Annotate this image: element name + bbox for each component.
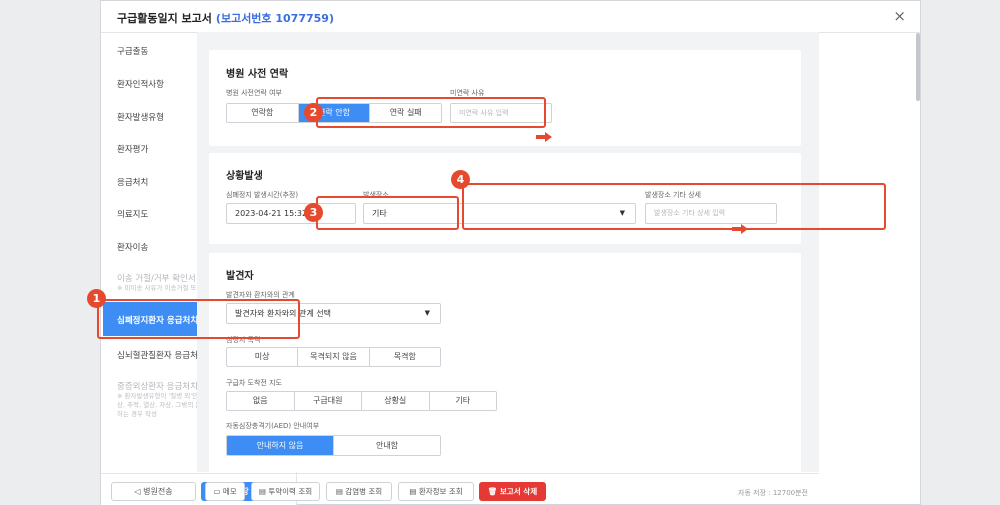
- guide-ems[interactable]: 구급대원: [293, 392, 362, 410]
- finder-title: 발견자: [226, 271, 254, 282]
- report-number: (보고서번호 1077759): [215, 12, 334, 25]
- finder-card: 발견자 발견자와 환자와의 관계 발견자와 환자와의 관계 선택 ▼ 심정지 목…: [209, 253, 801, 472]
- incident-title: 상황발생: [226, 171, 263, 182]
- autosave-status: 자동 저장 : 12700분전: [738, 489, 808, 497]
- sidebar-item-first-aid[interactable]: 응급처치: [117, 176, 148, 188]
- guide-other[interactable]: 기타: [428, 392, 497, 410]
- guide-none[interactable]: 없음: [227, 392, 294, 410]
- annotation-badge-1: 1: [87, 289, 106, 308]
- modal-header: 구급활동일지 보고서 (보고서번호 1077759) ×: [101, 1, 920, 33]
- chevron-down-icon: ▼: [424, 309, 430, 317]
- memo-button[interactable]: ▭ 메모: [205, 482, 245, 501]
- sidebar-item-dispatch[interactable]: 구급출동: [117, 45, 148, 57]
- witness-unknown[interactable]: 미상: [227, 348, 297, 366]
- hospital-contact-title: 병원 사전 연락: [226, 69, 289, 80]
- modal-title: 구급활동일지 보고서 (보고서번호 1077759): [117, 10, 334, 26]
- aed-segment: 안내하지 않음 안내함: [226, 435, 441, 456]
- infection-button[interactable]: ▤ 감염병 조회: [326, 482, 392, 501]
- document-icon: ▤: [409, 487, 419, 496]
- memo-label: 메모: [222, 487, 237, 496]
- annotation-badge-3: 3: [304, 203, 323, 222]
- annotation-box-3: [316, 196, 459, 230]
- title-text: 구급활동일지 보고서: [117, 12, 212, 25]
- sidebar-item-medical-guide[interactable]: 의료지도: [117, 208, 148, 220]
- delete-report-button[interactable]: 🗑 보고서 삭제: [479, 482, 546, 501]
- sidebar-item-transport[interactable]: 환자이송: [117, 241, 148, 253]
- patient-info-label: 환자정보 조회: [418, 487, 463, 496]
- sidebar-item-patient-info[interactable]: 환자인적사항: [117, 78, 164, 90]
- annotation-box-4: [462, 183, 886, 230]
- infection-label: 감염병 조회: [345, 487, 383, 496]
- option-contacted[interactable]: 연락함: [227, 104, 298, 122]
- delete-report-label: 보고서 삭제: [500, 487, 538, 496]
- document-icon: ▤: [335, 487, 346, 496]
- witness-seen[interactable]: 목격함: [368, 348, 440, 366]
- annotation-box-1: [97, 299, 300, 339]
- aed-label: 자동심장충격기(AED) 안내여부: [226, 422, 320, 430]
- annotation-badge-4: 4: [451, 170, 470, 189]
- trash-icon: 🗑: [487, 487, 500, 496]
- aed-guided[interactable]: 안내함: [333, 436, 440, 455]
- contact-status-label: 병원 사전연락 여부: [226, 89, 282, 97]
- aed-not-guided[interactable]: 안내하지 않음: [227, 436, 333, 455]
- annotation-badge-2: 2: [304, 103, 323, 122]
- scrollbar-thumb[interactable]: [916, 33, 920, 101]
- sidebar-item-occurrence-type[interactable]: 환자발생유형: [117, 111, 164, 123]
- hospital-transfer-label: 병원전송: [143, 487, 173, 496]
- sidebar-item-refusal[interactable]: 이송 거절/거부 확인서: [117, 272, 196, 284]
- witness-segment: 미상 목격되지 않음 목격함: [226, 347, 441, 367]
- arrest-time-label: 심폐정지 발생시간(추정): [226, 191, 299, 199]
- send-icon: ◁: [134, 487, 144, 496]
- document-icon: ▤: [258, 487, 269, 496]
- patient-info-button[interactable]: ▤ 환자정보 조회: [398, 482, 474, 501]
- guide-dispatch[interactable]: 상황실: [361, 392, 429, 410]
- drug-history-button[interactable]: ▤ 투약이력 조회: [251, 482, 320, 501]
- close-icon[interactable]: ×: [893, 7, 906, 25]
- guide-label: 구급차 도착전 지도: [226, 379, 282, 387]
- sidebar-item-assessment[interactable]: 환자평가: [117, 143, 148, 155]
- guide-segment: 없음 구급대원 상황실 기타: [226, 391, 497, 411]
- footer-toolbar: ▭ 메모 ▤ 투약이력 조회 ▤ 감염병 조회 ▤ 환자정보 조회 🗑 보고서 …: [197, 473, 819, 504]
- annotation-box-2: [316, 97, 546, 128]
- arrow-right-icon: [732, 224, 748, 234]
- witness-not-seen[interactable]: 목격되지 않음: [297, 348, 368, 366]
- drug-history-label: 투약이력 조회: [268, 487, 313, 496]
- arrow-right-icon: [536, 132, 552, 142]
- hospital-transfer-button[interactable]: ◁ 병원전송: [111, 482, 196, 501]
- memo-icon: ▭: [213, 487, 223, 496]
